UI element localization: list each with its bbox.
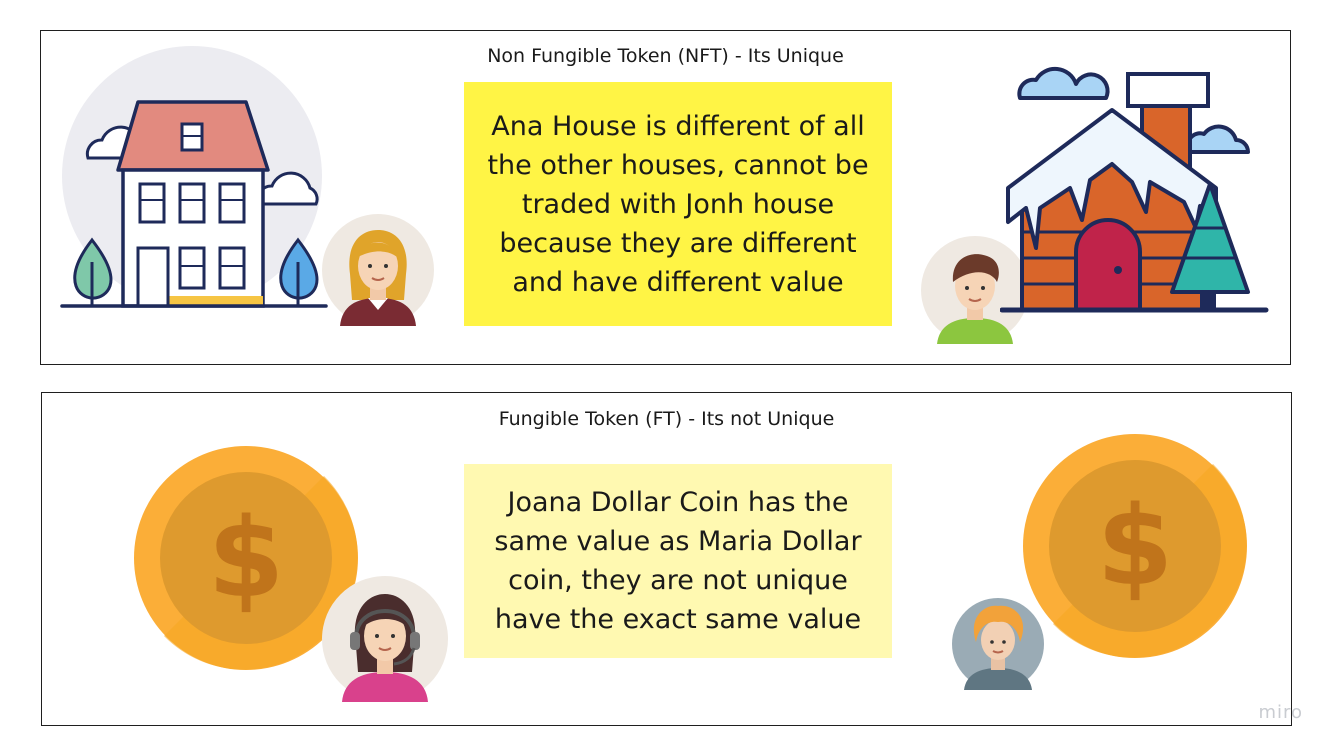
coin-icon: $ xyxy=(1023,434,1247,658)
avatar xyxy=(322,214,434,326)
house-icon xyxy=(60,46,328,308)
avatar xyxy=(322,576,448,702)
svg-text:$: $ xyxy=(208,494,285,622)
ft-note-text: Joana Dollar Coin has the same value as … xyxy=(494,487,862,635)
ft-sticky-note[interactable]: Joana Dollar Coin has the same value as … xyxy=(464,464,892,658)
cabin-icon xyxy=(1000,66,1269,313)
miro-watermark: miro xyxy=(1258,702,1303,723)
nft-sticky-note[interactable]: Ana House is different of all the other … xyxy=(464,82,892,326)
ft-frame-title: Fungible Token (FT) - Its not Unique xyxy=(498,408,835,430)
svg-text:$: $ xyxy=(1097,482,1174,610)
nft-note-text: Ana House is different of all the other … xyxy=(487,110,869,298)
